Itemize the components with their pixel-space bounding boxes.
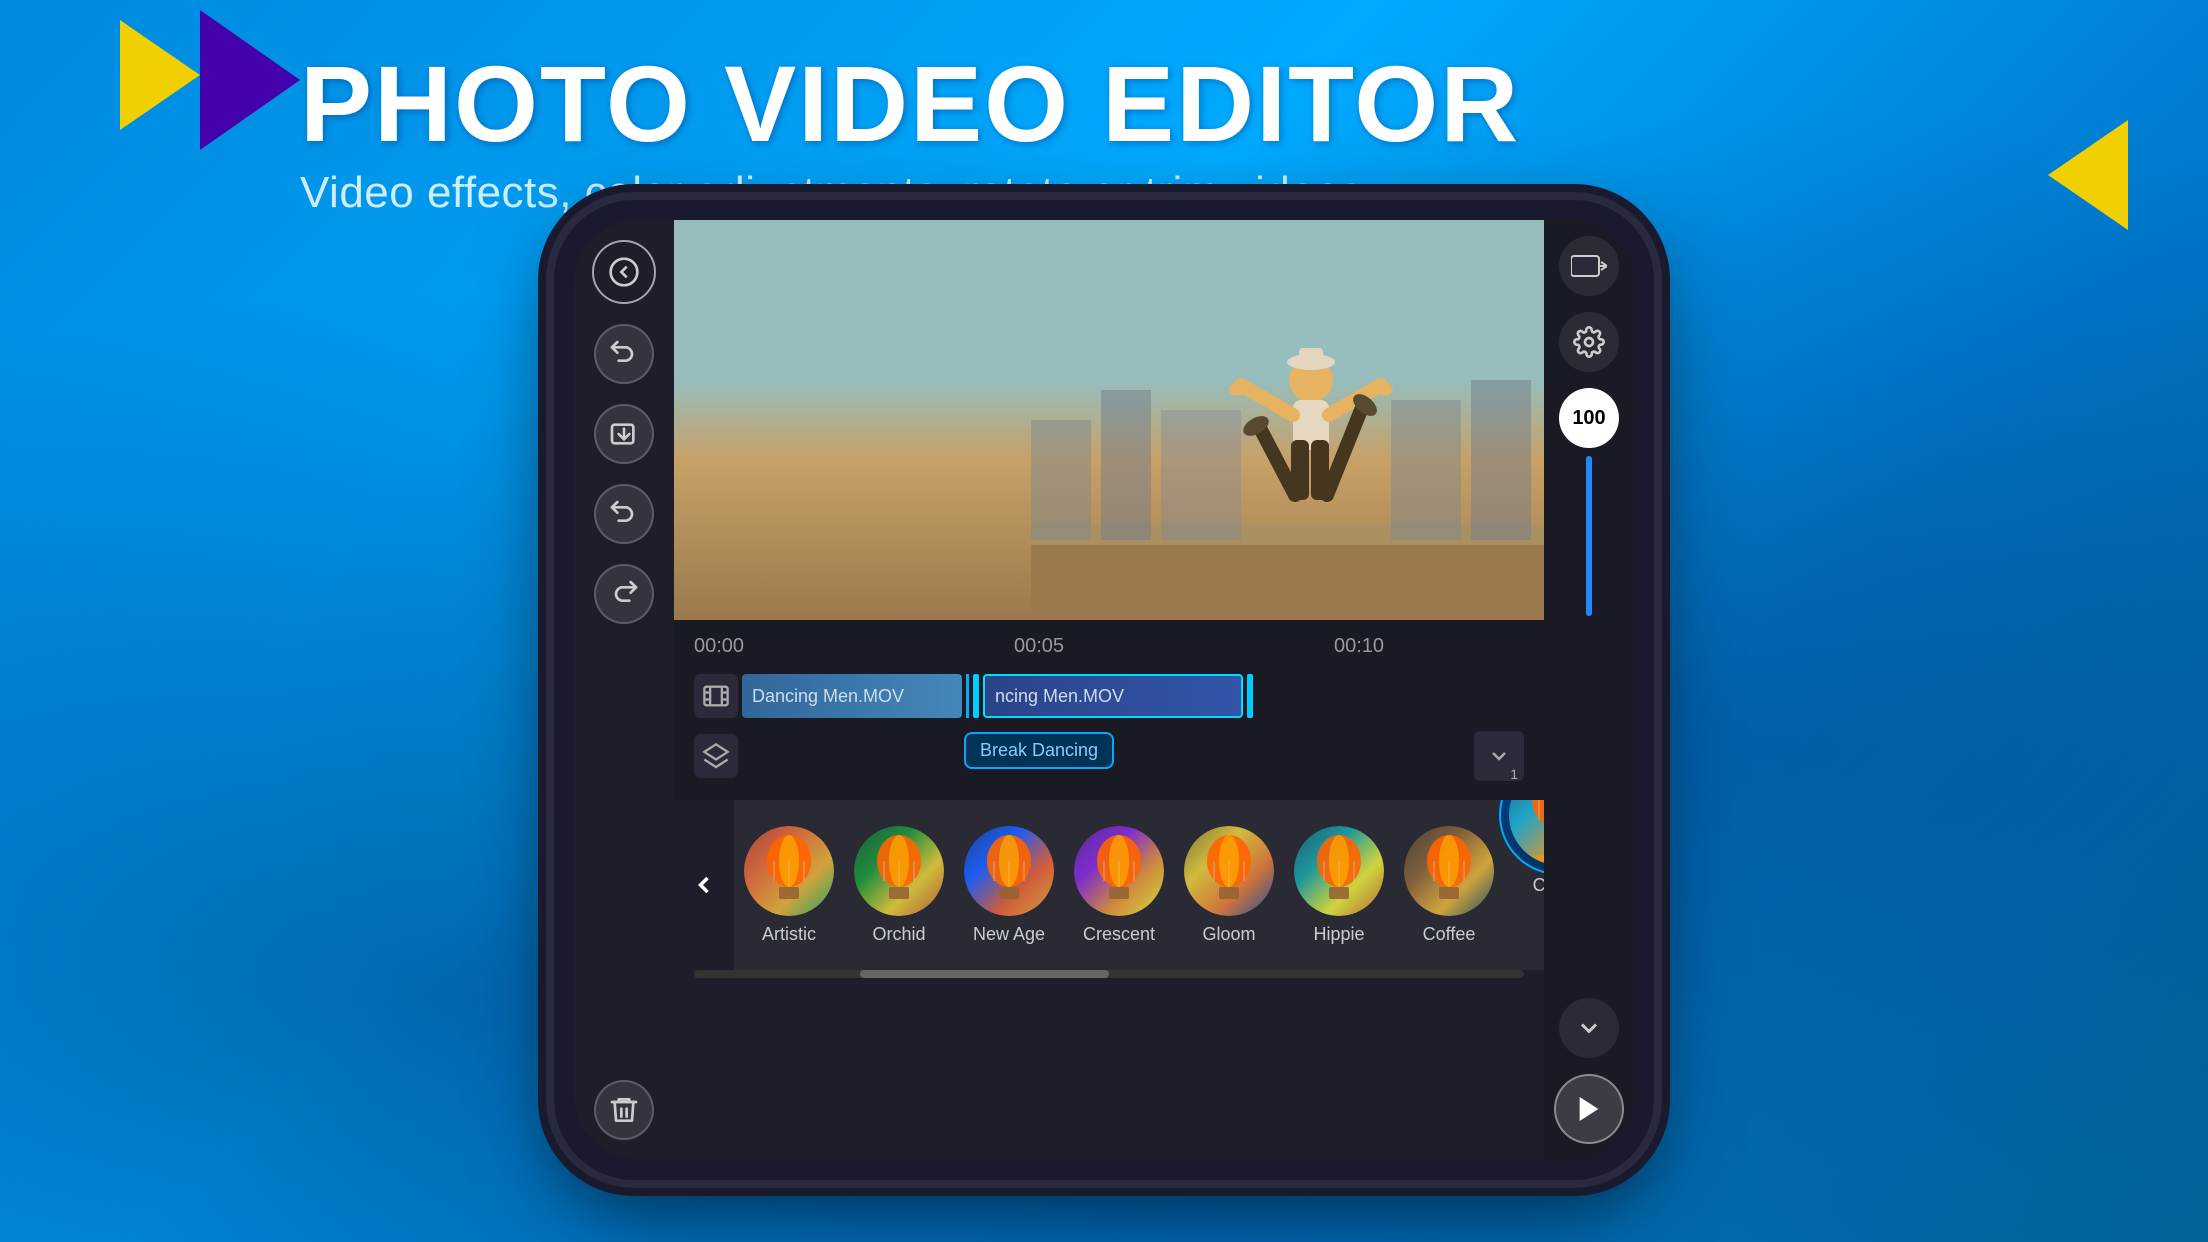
- undo-icon: [608, 338, 640, 370]
- timeline-mark-10: 00:10: [1334, 635, 1384, 658]
- subtitle-label: Break Dancing: [980, 740, 1098, 760]
- chevron-down-icon: [1575, 1014, 1603, 1042]
- effect-item-new-age[interactable]: New Age: [954, 800, 1064, 970]
- phone-screen: 00:00 00:05 00:10: [574, 220, 1634, 1160]
- volume-track[interactable]: [1586, 456, 1592, 616]
- header: PHOTO VIDEO EDITOR Video effects, color …: [300, 50, 2008, 218]
- effects-strip: Artistic Orchid New: [674, 800, 1544, 970]
- back-button[interactable]: [592, 240, 656, 304]
- track-end-marker: [1247, 674, 1253, 718]
- effect-item-coffee-selected[interactable]: Coffee Coffee: [1504, 800, 1544, 970]
- import-button[interactable]: [594, 404, 654, 464]
- chevron-down-icon: [1487, 744, 1511, 768]
- export-button[interactable]: [1559, 236, 1619, 296]
- video-preview-inner: [674, 220, 1544, 620]
- effect-label-hippie: Hippie: [1313, 924, 1364, 945]
- triangle-yellow-left-icon: [120, 20, 200, 130]
- triangle-yellow-right-icon: [2048, 120, 2128, 230]
- effect-thumb-crescent: [1074, 826, 1164, 916]
- scrollbar-thumb: [860, 970, 1109, 978]
- effect-label-artistic: Artistic: [762, 924, 816, 945]
- settings-button[interactable]: [1559, 312, 1619, 372]
- main-content: 00:00 00:05 00:10: [674, 220, 1544, 1160]
- phone-mockup: 00:00 00:05 00:10: [554, 200, 1654, 1180]
- effect-item-orchid[interactable]: Orchid: [844, 800, 954, 970]
- undo2-button[interactable]: [594, 484, 654, 544]
- volume-fill: [1586, 456, 1592, 616]
- effects-nav-back-button[interactable]: [674, 800, 734, 970]
- effect-item-hippie[interactable]: Hippie: [1284, 800, 1394, 970]
- redo-icon: [608, 578, 640, 610]
- dancer-svg: [1031, 240, 1544, 620]
- effect-thumb-new-age: [964, 826, 1054, 916]
- effect-label-coffee1: Coffee: [1423, 924, 1476, 945]
- effect-item-coffee1[interactable]: Coffee: [1394, 800, 1504, 970]
- track-segment-2-label: ncing Men.MOV: [995, 686, 1124, 707]
- triangle-purple-icon: [200, 10, 300, 150]
- film-icon: [702, 682, 730, 710]
- left-toolbar: [574, 220, 674, 1160]
- track-playhead: [966, 674, 969, 718]
- export-icon: [1571, 252, 1607, 280]
- timeline-area: 00:00 00:05 00:10: [674, 620, 1544, 800]
- play-button[interactable]: [1554, 1074, 1624, 1144]
- right-panel: 100: [1544, 220, 1634, 1160]
- redo-button[interactable]: [594, 564, 654, 624]
- effect-thumb-artistic: [744, 826, 834, 916]
- subtitle-bubble: Break Dancing: [964, 732, 1114, 769]
- play-icon: [1573, 1093, 1605, 1125]
- playhead-marker: [973, 674, 979, 718]
- back-icon: [608, 256, 640, 288]
- effect-label-gloom: Gloom: [1202, 924, 1255, 945]
- effect-thumb-gloom: [1184, 826, 1274, 916]
- layers-icon: [702, 742, 730, 770]
- subtitle-track-icon: 1: [694, 734, 738, 778]
- video-track-icon: [694, 674, 738, 718]
- effect-thumb-hippie: [1294, 826, 1384, 916]
- effect-label-new-age: New Age: [973, 924, 1045, 945]
- timeline-tracks: Dancing Men.MOV ncing Men.MOV: [674, 664, 1544, 792]
- settings-icon: [1573, 326, 1605, 358]
- undo-button[interactable]: [594, 324, 654, 384]
- undo2-icon: [608, 498, 640, 530]
- video-track-row: Dancing Men.MOV ncing Men.MOV: [694, 668, 1524, 724]
- timeline-mark-5: 00:05: [1014, 635, 1064, 658]
- import-icon: [608, 418, 640, 450]
- nav-back-icon: [690, 871, 718, 899]
- effect-item-gloom[interactable]: Gloom: [1174, 800, 1284, 970]
- effects-list: Artistic Orchid New: [734, 800, 1544, 970]
- effect-thumb-orchid: [854, 826, 944, 916]
- delete-button[interactable]: [594, 1080, 654, 1140]
- effect-item-crescent[interactable]: Crescent: [1064, 800, 1174, 970]
- volume-slider-container: 100: [1559, 388, 1619, 982]
- chevron-down-button[interactable]: [1559, 998, 1619, 1058]
- subtitle-track-row: 1 Break Dancing: [694, 728, 1524, 784]
- volume-value: 100: [1559, 388, 1619, 448]
- effect-label-orchid: Orchid: [872, 924, 925, 945]
- effect-selected-bubble[interactable]: [1499, 800, 1544, 875]
- track-segment-1[interactable]: Dancing Men.MOV: [742, 674, 962, 718]
- effect-item-artistic[interactable]: Artistic: [734, 800, 844, 970]
- track-segment-1-label: Dancing Men.MOV: [752, 686, 904, 707]
- scrollbar[interactable]: [694, 970, 1524, 978]
- effect-label-coffee-selected: Coffee: [1533, 875, 1544, 896]
- track-segment-2[interactable]: ncing Men.MOV: [983, 674, 1243, 718]
- video-preview: [674, 220, 1544, 620]
- effect-label-crescent: Crescent: [1083, 924, 1155, 945]
- timeline-mark-0: 00:00: [694, 635, 744, 658]
- layer-count: 1: [1510, 766, 1518, 782]
- effect-thumb-coffee1: [1404, 826, 1494, 916]
- delete-icon: [608, 1094, 640, 1126]
- timeline-ruler: 00:00 00:05 00:10: [674, 628, 1544, 664]
- main-title: PHOTO VIDEO EDITOR: [300, 50, 2008, 158]
